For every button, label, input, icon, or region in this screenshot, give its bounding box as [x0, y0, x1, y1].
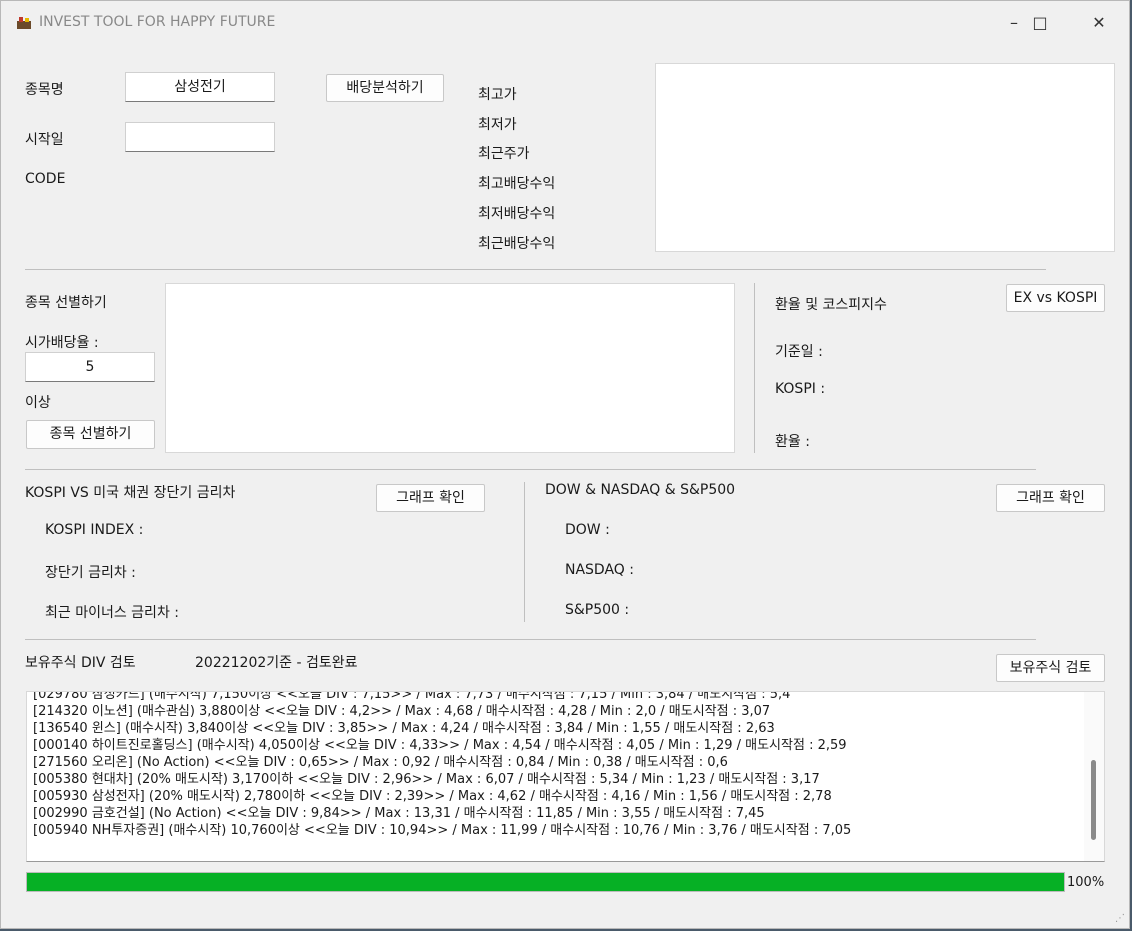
scrollbar-thumb[interactable] [1091, 760, 1096, 840]
fx-title: 환율 및 코스피지수 [775, 297, 887, 313]
min-div-yield-label: 최저배당수익 [478, 206, 556, 222]
above-label: 이상 [25, 395, 51, 411]
progress-fill [27, 873, 1064, 891]
us-index-title: DOW & NASDAQ & S&P500 [545, 482, 736, 498]
screener-result-panel[interactable] [165, 283, 735, 453]
sp500-label: S&P500 : [565, 602, 630, 618]
holdings-title: 보유주식 DIV 검토 [25, 655, 136, 671]
analyze-dividend-button[interactable]: 배당분석하기 [326, 74, 444, 102]
stock-name-input[interactable]: 삼성전기 [125, 72, 275, 102]
review-holdings-button[interactable]: 보유주식 검토 [996, 654, 1105, 682]
log-scrollbar[interactable] [1084, 692, 1104, 861]
fx-base-date-label: 기준일 : [775, 344, 823, 360]
resize-grip-icon[interactable]: ⋰ [1115, 913, 1125, 924]
dividend-yield-input[interactable]: 5 [25, 352, 155, 382]
kospi-index-label: KOSPI INDEX : [45, 522, 144, 538]
section-divider [25, 469, 1036, 470]
code-label: CODE [25, 171, 66, 187]
log-line: [005940 NH투자증권] (매수시작) 10,760이상 <<오늘 DIV… [33, 823, 852, 838]
progress-bar [26, 872, 1065, 892]
fx-kospi-label: KOSPI : [775, 381, 826, 397]
log-line: [214320 이노션] (매수관심) 3,880이상 <<오늘 DIV : 4… [33, 704, 771, 719]
dividend-result-panel[interactable] [655, 63, 1115, 252]
start-date-input[interactable] [125, 122, 275, 152]
section-divider [25, 269, 1046, 270]
main-window: INVEST TOOL FOR HAPPY FUTURE – □ ✕ 종목명 삼… [0, 0, 1130, 929]
fx-rate-label: 환율 : [775, 434, 810, 450]
screener-title: 종목 선별하기 [25, 295, 107, 311]
ex-vs-kospi-button[interactable]: EX vs KOSPI [1006, 284, 1105, 312]
dividend-yield-label: 시가배당율 : [25, 335, 99, 351]
close-button[interactable]: ✕ [1076, 9, 1122, 37]
holdings-status: 20221202기준 - 검토완료 [195, 655, 358, 671]
log-line: [002990 금호건설] (No Action) <<오늘 DIV : 9,8… [33, 806, 765, 821]
log-line: [005930 삼성전자] (20% 매도시작) 2,780이하 <<오늘 DI… [33, 789, 832, 804]
log-line: [029780 삼성카드] (매수시작) 7,150이상 <<오늘 DIV : … [33, 691, 791, 702]
spread-graph-button[interactable]: 그래프 확인 [376, 484, 485, 512]
dow-label: DOW : [565, 522, 610, 538]
log-line: [136540 윈스] (매수시작) 3,840이상 <<오늘 DIV : 3,… [33, 721, 775, 736]
log-line: [005380 현대차] (20% 매도시작) 3,170이하 <<오늘 DIV… [33, 772, 820, 787]
holdings-log-content: [029780 삼성카드] (매수시작) 7,150이상 <<오늘 DIV : … [33, 691, 1082, 839]
max-div-yield-label: 최고배당수익 [478, 176, 556, 192]
maximize-button[interactable]: □ [1017, 9, 1063, 37]
log-line: [271560 오리온] (No Action) <<오늘 DIV : 0,65… [33, 755, 728, 770]
vertical-divider [754, 283, 755, 453]
window-title: INVEST TOOL FOR HAPPY FUTURE [39, 14, 276, 30]
section-divider [25, 639, 1036, 640]
spread-title: KOSPI VS 미국 채권 장단기 금리차 [25, 485, 236, 501]
app-icon [17, 17, 31, 29]
us-index-graph-button[interactable]: 그래프 확인 [996, 484, 1105, 512]
run-screener-button[interactable]: 종목 선별하기 [26, 420, 155, 449]
start-date-label: 시작일 [25, 132, 64, 148]
high-price-label: 최고가 [478, 87, 517, 103]
vertical-divider [524, 482, 525, 622]
recent-price-label: 최근주가 [478, 146, 530, 162]
nasdaq-label: NASDAQ : [565, 562, 634, 578]
stock-name-label: 종목명 [25, 82, 64, 98]
log-line: [000140 하이트진로홀딩스] (매수시작) 4,050이상 <<오늘 DI… [33, 738, 847, 753]
progress-label: 100% [1067, 875, 1105, 890]
recent-div-yield-label: 최근배당수익 [478, 236, 556, 252]
title-bar[interactable]: INVEST TOOL FOR HAPPY FUTURE – □ ✕ [1, 1, 1129, 45]
low-price-label: 최저가 [478, 117, 517, 133]
rate-spread-label: 장단기 금리차 : [45, 565, 136, 581]
holdings-log[interactable]: [029780 삼성카드] (매수시작) 7,150이상 <<오늘 DIV : … [26, 691, 1105, 862]
recent-negative-spread-label: 최근 마이너스 금리차 : [45, 605, 179, 621]
